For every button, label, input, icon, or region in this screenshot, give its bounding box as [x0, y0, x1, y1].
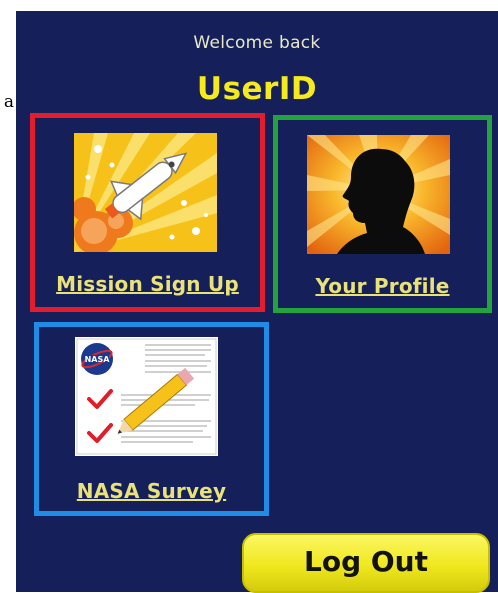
nasa-survey-tile[interactable]: NASA NASA Survey [34, 322, 269, 516]
survey-checklist-icon[interactable]: NASA [75, 337, 218, 456]
svg-text:NASA: NASA [85, 355, 111, 364]
home-panel: Welcome back UserID Mission Sign Up Your… [16, 11, 498, 593]
mission-sign-up-tile[interactable]: Mission Sign Up [30, 113, 265, 312]
welcome-text: Welcome back [193, 33, 321, 53]
mission-sign-up-link[interactable]: Mission Sign Up [35, 272, 260, 296]
nasa-survey-link[interactable]: NASA Survey [39, 479, 264, 503]
space-shuttle-launch-icon[interactable] [74, 133, 217, 252]
your-profile-link[interactable]: Your Profile [278, 274, 487, 298]
your-profile-tile[interactable]: Your Profile [273, 115, 492, 313]
user-id: UserID [196, 71, 318, 107]
stray-text: a [3, 92, 14, 112]
log-out-button[interactable]: Log Out [242, 533, 490, 593]
profile-silhouette-icon[interactable] [307, 135, 450, 254]
